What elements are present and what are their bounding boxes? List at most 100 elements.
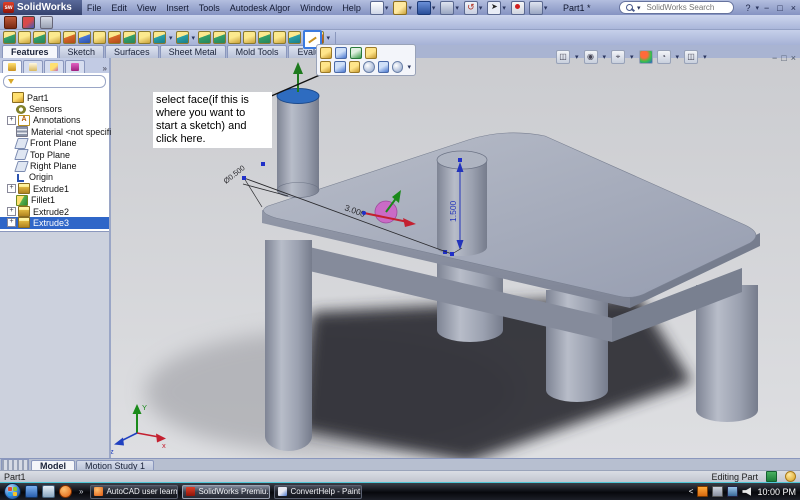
menu-edit[interactable]: Edit — [106, 0, 132, 15]
help-button[interactable]: ? — [742, 3, 755, 13]
zoom-area-icon[interactable] — [349, 61, 360, 73]
display-style-dropdown-icon[interactable]: ▾ — [575, 53, 579, 61]
tree-item-part1[interactable]: Part1 — [0, 92, 109, 103]
open-icon[interactable] — [393, 1, 407, 15]
featuremanager-tree-tab[interactable] — [2, 60, 22, 73]
swept-cut-icon[interactable] — [123, 31, 136, 44]
configurationmanager-tab[interactable] — [44, 60, 64, 73]
new-dropdown-icon[interactable]: ▾ — [385, 4, 389, 12]
tree-item-fillet1[interactable]: Fillet1 — [0, 195, 109, 206]
quicklaunch-desktop-icon[interactable] — [25, 485, 38, 498]
hole-wizard-icon[interactable] — [93, 31, 106, 44]
camera-dropdown-icon[interactable]: ▾ — [703, 53, 707, 61]
quicklaunch-more-icon[interactable]: » — [79, 487, 83, 496]
mirror-icon[interactable] — [273, 31, 286, 44]
normal-to-icon[interactable] — [350, 47, 362, 59]
section-view-icon[interactable]: ⌖ — [611, 50, 625, 64]
menu-window[interactable]: Window — [295, 0, 337, 15]
tree-item-extrude2[interactable]: + Extrude2 — [0, 206, 109, 217]
print-dropdown-icon[interactable]: ▾ — [455, 4, 459, 12]
tree-item-top-plane[interactable]: Top Plane — [0, 149, 109, 160]
help-dropdown-icon[interactable]: ▾ — [756, 4, 760, 12]
save-dropdown-icon[interactable]: ▾ — [432, 4, 436, 12]
swept-boss-icon[interactable] — [33, 31, 46, 44]
boundary-boss-icon[interactable] — [63, 31, 76, 44]
rotate-view-icon[interactable] — [378, 61, 389, 73]
sketch-context-icon[interactable] — [334, 61, 345, 73]
expand-icon[interactable]: + — [7, 218, 16, 227]
quick-tips-icon[interactable] — [766, 471, 777, 482]
rebuild-icon[interactable] — [4, 16, 17, 29]
close-button[interactable]: × — [787, 3, 800, 13]
undo-context-icon[interactable] — [365, 47, 377, 59]
graphics-viewport[interactable]: 1.500 3.000 — [111, 58, 800, 458]
report-icon[interactable] — [529, 1, 543, 15]
display-style-icon[interactable]: ◫ — [556, 50, 570, 64]
undo-icon[interactable]: ↺ — [464, 1, 478, 15]
extruded-boss-icon[interactable] — [3, 31, 16, 44]
save-icon[interactable] — [417, 1, 431, 15]
menu-file[interactable]: File — [82, 0, 107, 15]
undo-dropdown-icon[interactable]: ▾ — [479, 4, 483, 12]
section-dropdown-icon[interactable]: ▾ — [630, 53, 634, 61]
volume-icon[interactable] — [742, 487, 751, 496]
expand-icon[interactable]: + — [7, 116, 16, 125]
menu-view[interactable]: View — [132, 0, 161, 15]
tab-sheet-metal[interactable]: Sheet Metal — [160, 45, 226, 58]
tree-item-extrude3[interactable]: + Extrude3 — [0, 217, 109, 228]
view-orientation-icon[interactable] — [392, 61, 403, 73]
dimxpert-tab[interactable] — [65, 60, 85, 73]
doc-restore-button[interactable]: □ — [781, 53, 786, 63]
zoom-fit-icon[interactable] — [363, 61, 374, 73]
boss-cylinder-tall[interactable] — [277, 89, 319, 198]
fillet-icon[interactable] — [176, 31, 189, 44]
context-dropdown-icon[interactable]: ▾ — [407, 63, 411, 71]
taskbar-button-autocad[interactable]: AutoCAD user learni... — [90, 485, 178, 499]
pattern-dropdown-icon[interactable]: ▾ — [192, 34, 196, 42]
start-button[interactable] — [4, 483, 21, 500]
tree-filter-box[interactable] — [3, 75, 106, 88]
extruded-cut-icon[interactable] — [78, 31, 91, 44]
open-dropdown-icon[interactable]: ▾ — [408, 4, 412, 12]
camera-icon[interactable]: ◫ — [684, 50, 698, 64]
hide-show-dropdown-icon[interactable]: ▾ — [603, 53, 607, 61]
tree-item-material[interactable]: Material <not specified> — [0, 126, 109, 137]
wrap-icon[interactable] — [258, 31, 271, 44]
appearance-icon[interactable] — [22, 16, 35, 29]
menu-insert[interactable]: Insert — [161, 0, 194, 15]
expand-icon[interactable]: + — [7, 207, 16, 216]
rib-icon[interactable] — [213, 31, 226, 44]
options-icon[interactable] — [40, 16, 53, 29]
tab-surfaces[interactable]: Surfaces — [105, 45, 159, 58]
tree-item-sensors[interactable]: Sensors — [0, 103, 109, 114]
reference-geometry-icon[interactable] — [288, 31, 301, 44]
cut-dropdown-icon[interactable]: ▾ — [169, 34, 173, 42]
taskbar-button-paint[interactable]: ConvertHelp - Paint — [274, 485, 362, 499]
report-dropdown-icon[interactable]: ▾ — [544, 4, 548, 12]
linear-pattern-icon[interactable] — [198, 31, 211, 44]
scene-icon[interactable]: ◔ — [657, 50, 671, 64]
tray-status-icon[interactable] — [712, 486, 723, 497]
select-tool-icon[interactable]: ➤ — [487, 1, 501, 15]
menu-help[interactable]: Help — [337, 0, 366, 15]
select-dropdown-icon[interactable]: ▾ — [502, 4, 506, 12]
edit-sketch-icon[interactable] — [335, 47, 347, 59]
menu-autodesk-algor[interactable]: Autodesk Algor — [225, 0, 296, 15]
tree-item-front-plane[interactable]: Front Plane — [0, 138, 109, 149]
network-icon[interactable] — [727, 486, 738, 497]
tray-app-icon[interactable] — [697, 486, 708, 497]
tree-item-origin[interactable]: Origin — [0, 172, 109, 183]
new-document-icon[interactable] — [370, 1, 384, 15]
tree-filter-input[interactable] — [17, 76, 91, 87]
print-icon[interactable] — [440, 1, 454, 15]
hide-show-items-icon[interactable]: ◉ — [584, 50, 598, 64]
lofted-cut-icon[interactable] — [138, 31, 151, 44]
shell-icon[interactable] — [243, 31, 256, 44]
search-box[interactable]: ▾ — [619, 1, 734, 14]
doc-close-button[interactable]: × — [791, 53, 796, 63]
rebuild-indicator-icon[interactable] — [511, 1, 525, 15]
panel-more-icon[interactable]: » — [103, 64, 107, 73]
table-leg-front-left[interactable] — [265, 240, 312, 451]
appearance-context-icon[interactable] — [320, 61, 331, 73]
edit-feature-icon[interactable] — [320, 47, 332, 59]
